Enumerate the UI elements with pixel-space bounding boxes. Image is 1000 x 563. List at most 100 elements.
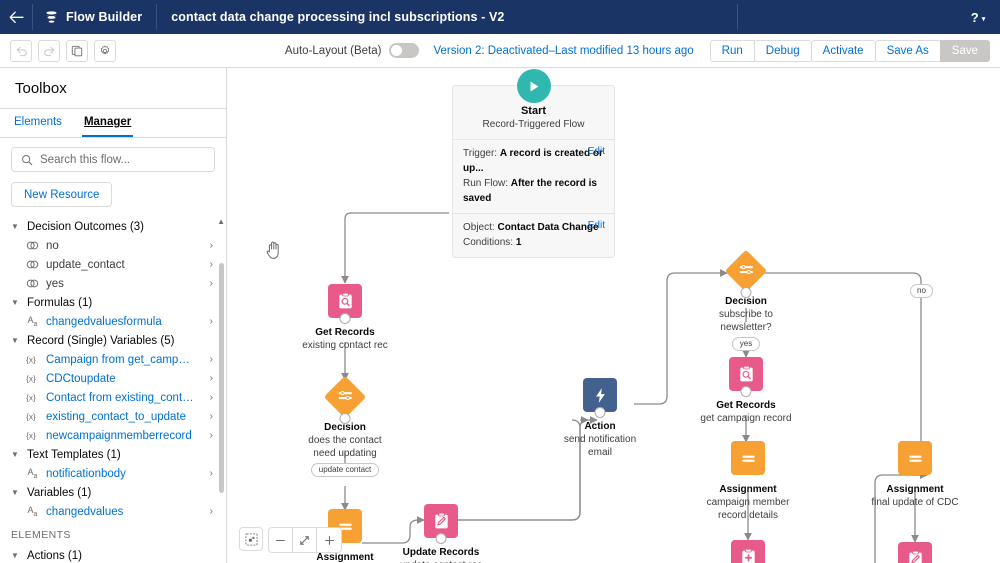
branch-label-yes: yes [731,337,761,351]
branch-label-no: no [910,284,933,298]
node-update-records-update-cdc[interactable]: Update Records Update CDC [857,542,973,563]
debug-button[interactable]: Debug [753,39,812,62]
run-button[interactable]: Run [709,39,755,62]
chevron-right-icon[interactable]: › [210,278,213,289]
copy-button[interactable] [66,39,88,62]
chevron-right-icon[interactable]: › [210,240,213,251]
chevron-right-icon[interactable]: › [210,392,213,403]
resource-item-update-contact[interactable]: update_contact › [0,255,226,274]
object-key: Object: [463,222,495,233]
back-button[interactable] [0,0,32,34]
help-menu-button[interactable]: ? ▾ [956,0,1000,34]
redo-button[interactable] [38,39,60,62]
node-get-records-get-campaign-record[interactable]: Get Records get campaign record [688,357,804,425]
activate-button[interactable]: Activate [810,39,876,62]
node-decision-subscribe-to-newsletter[interactable]: Decision subscribe to newsletter? yes [688,249,804,351]
connector-dot[interactable] [740,386,752,397]
tab-elements[interactable]: Elements [12,109,64,137]
resource-item-changedvalues[interactable]: Aa changedvalues › [0,502,226,521]
resource-item-yes[interactable]: yes › [0,274,226,293]
chevron-right-icon[interactable]: › [210,316,213,327]
node-get-records-existing-contact-rec[interactable]: Get Records existing contact rec [287,284,403,352]
svg-text:{x}: {x} [26,355,36,364]
auto-layout-label: Auto-Layout (Beta) [284,44,382,57]
group-decision-outcomes[interactable]: ▼ Decision Outcomes (3) [0,217,226,236]
resource-item-changedvaluesformula[interactable]: Aa changedvaluesformula › [0,312,226,331]
node-create-records-create-campaign-member-record[interactable]: Create Records create campaign member re… [690,540,806,563]
edit-object-link[interactable]: Edit [588,220,605,231]
search-input[interactable] [40,153,205,166]
resource-item-newcampaignmemberrecord[interactable]: {x} newcampaignmemberrecord › [0,426,226,445]
group-text-templates[interactable]: ▼ Text Templates (1) [0,445,226,464]
chevron-right-icon[interactable]: › [210,468,213,479]
zoom-in-button[interactable] [317,528,341,552]
arrow-left-icon [9,11,24,23]
connector-dot[interactable] [435,533,447,544]
group-formulas[interactable]: ▼ Formulas (1) [0,293,226,312]
undo-button[interactable] [10,39,32,62]
chevron-right-icon[interactable]: › [210,430,213,441]
resource-item-existing-contact-to-update[interactable]: {x} existing_contact_to_update › [0,407,226,426]
zoom-out-button[interactable] [269,528,293,552]
auto-layout-toggle[interactable] [389,43,420,58]
chevron-right-icon[interactable]: › [210,506,213,517]
chevron-right-icon[interactable]: › [210,259,213,270]
resource-label: CDCtoupdate [46,372,116,385]
flow-canvas[interactable]: Start Record-Triggered Flow Trigger: A r… [227,68,1000,563]
resource-item-campaign-from-get-campaign-re[interactable]: {x} Campaign from get_campaign_re... › [0,350,226,369]
scroll-up-arrow[interactable]: ▲ [217,217,225,226]
chevron-right-icon[interactable]: › [210,373,213,384]
fit-to-view-button[interactable] [239,527,263,551]
chevron-right-icon[interactable]: › [210,411,213,422]
start-node-title: Start [520,105,547,117]
chevron-right-icon[interactable]: › [210,354,213,365]
update-records-icon [424,504,458,544]
connector-dot[interactable] [339,413,351,424]
connector-dot[interactable] [740,287,752,298]
resource-item-cdctoupdate[interactable]: {x} CDCtoupdate › [0,369,226,388]
group-label: Text Templates (1) [27,448,121,461]
node-subtitle-line2: need updating [313,448,377,459]
save-button[interactable]: Save [939,39,990,62]
node-subtitle: existing contact rec [302,340,388,351]
edit-trigger-link[interactable]: Edit [588,146,605,157]
tab-manager[interactable]: Manager [81,109,134,137]
outcome-icon [26,260,39,269]
app-name-link[interactable]: Flow Builder [33,0,156,34]
node-decision-does-the-contact-need-updating[interactable]: Decision does the contact need updating … [287,375,403,477]
resource-item-no[interactable]: no › [0,236,226,255]
version-status-text[interactable]: Version 2: Deactivated–Last modified 13 … [433,45,693,57]
decision-glyph [337,387,354,407]
new-resource-area: New Resource [0,172,226,215]
connector-dot[interactable] [594,407,606,418]
record-var-icon: {x} [26,430,39,441]
resource-label: no [46,239,59,252]
group-label: Decision Outcomes (3) [27,220,144,233]
node-assignment-campaign-member-record-details[interactable]: Assignment campaign member record detail… [690,441,806,522]
group-label: Variables (1) [27,486,92,499]
group-label: Formulas (1) [27,296,93,309]
formula-icon: Aa [27,315,38,328]
search-box[interactable] [11,147,215,172]
group-variables[interactable]: ▼ Variables (1) [0,483,226,502]
save-as-button[interactable]: Save As [874,39,941,62]
node-update-records-update-contact-rec[interactable]: Update Records update contact rec [383,504,499,563]
record-var-icon: {x} [26,392,39,403]
group-actions[interactable]: ▼ Actions (1) [0,546,226,563]
node-assignment-final-update-of-cdc[interactable]: Assignment final update of CDC [857,441,973,509]
resource-item-contact-from-existing-contact-rec[interactable]: {x} Contact from existing_contact_rec › [0,388,226,407]
zoom-to-fit-button[interactable] [293,528,317,552]
decision-glyph [738,261,755,281]
resource-list[interactable]: ▲ ▼ Decision Outcomes (3) no › update_co… [0,215,226,563]
settings-button[interactable] [94,39,116,62]
group-record-single-variables[interactable]: ▼ Record (Single) Variables (5) [0,331,226,350]
node-action-send-notification-email[interactable]: Action send notification email [542,378,658,459]
connector-dot[interactable] [339,313,351,324]
start-node[interactable]: Start Record-Triggered Flow Trigger: A r… [452,69,615,258]
zoom-button-group [268,527,342,553]
auto-layout-control[interactable]: Auto-Layout (Beta) [285,43,420,58]
resource-item-notificationbody[interactable]: Aa notificationbody › [0,464,226,483]
branch-label-update-contact: update contact [310,463,380,477]
new-resource-button[interactable]: New Resource [11,182,113,207]
toggle-knob [391,45,403,56]
